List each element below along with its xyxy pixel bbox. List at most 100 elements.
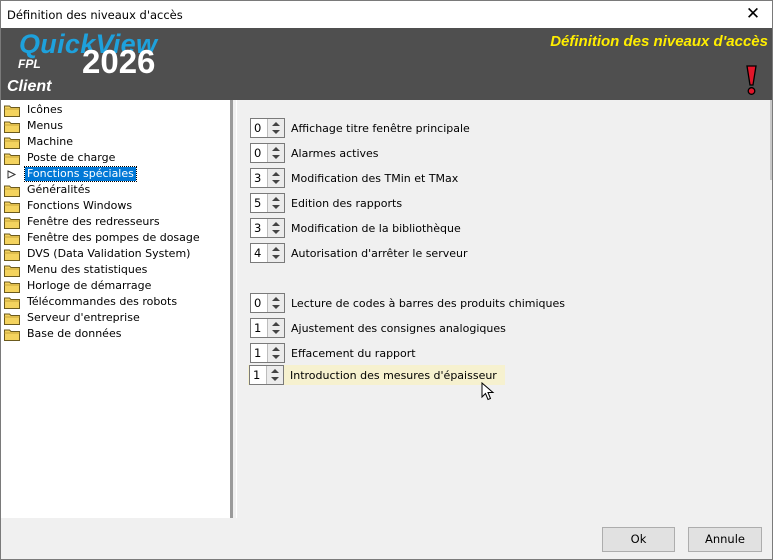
spin-down-icon[interactable] xyxy=(271,377,279,381)
folder-icon xyxy=(4,297,20,309)
access-level-value[interactable]: 3 xyxy=(251,219,267,237)
access-level-value[interactable]: 0 xyxy=(251,294,267,312)
spin-down-icon[interactable] xyxy=(272,330,280,334)
close-icon[interactable]: ✕ xyxy=(734,1,772,28)
folder-icon xyxy=(4,105,20,117)
setting-label: Lecture de codes à barres des produits c… xyxy=(291,296,565,310)
spin-up-icon[interactable] xyxy=(271,369,279,373)
spin-up-icon[interactable] xyxy=(272,297,280,301)
spin-up-icon[interactable] xyxy=(272,172,280,176)
tree-item[interactable]: Fonctions Windows xyxy=(4,198,134,214)
spin-up-icon[interactable] xyxy=(272,197,280,201)
tree-item[interactable]: Généralités xyxy=(4,182,92,198)
tree-item[interactable]: Télécommandes des robots xyxy=(4,294,179,310)
setting-row: 1 Ajustement des consignes analogiques xyxy=(250,318,506,338)
access-level-spinner[interactable]: 0 xyxy=(250,143,285,163)
access-level-value[interactable]: 0 xyxy=(251,119,267,137)
folder-icon xyxy=(4,217,20,229)
brand-edition: FPL xyxy=(18,57,41,71)
access-level-value[interactable]: 1 xyxy=(250,366,266,384)
tree-item-label: Icônes xyxy=(27,103,63,116)
access-level-spinner[interactable]: 1 xyxy=(250,318,285,338)
dialog-window: Définition des niveaux d'accès ✕ QuickVi… xyxy=(0,0,773,560)
tree-item[interactable]: Poste de charge xyxy=(4,150,117,166)
tree-item-label: Fonctions spéciales xyxy=(24,166,137,182)
tree-item-label: Menu des statistiques xyxy=(27,263,148,276)
access-level-spinner[interactable]: 5 xyxy=(250,193,285,213)
setting-label: Modification des TMin et TMax xyxy=(291,171,459,185)
tree-item-label: Machine xyxy=(27,135,74,148)
access-level-spinner[interactable]: 3 xyxy=(250,168,285,188)
tree-item[interactable]: Menu des statistiques xyxy=(4,262,149,278)
spin-up-icon[interactable] xyxy=(272,122,280,126)
spin-down-icon[interactable] xyxy=(272,180,280,184)
spinner-buttons xyxy=(266,366,283,384)
spin-down-icon[interactable] xyxy=(272,155,280,159)
tree-item-label: Généralités xyxy=(27,183,91,196)
tree-item-label: DVS (Data Validation System) xyxy=(27,247,191,260)
setting-row: 4 Autorisation d'arrêter le serveur xyxy=(250,243,468,263)
setting-row: 1 Introduction des mesures d'épaisseur xyxy=(248,365,505,385)
access-level-value[interactable]: 0 xyxy=(251,144,267,162)
tree-item[interactable]: Fonctions spéciales xyxy=(4,166,137,182)
spin-up-icon[interactable] xyxy=(272,247,280,251)
arrow-icon xyxy=(7,169,17,179)
tree-item[interactable]: Machine xyxy=(4,134,75,150)
spinner-buttons xyxy=(267,244,284,262)
spin-down-icon[interactable] xyxy=(272,305,280,309)
access-level-spinner[interactable]: 3 xyxy=(250,218,285,238)
folder-icon xyxy=(4,281,20,293)
spinner-buttons xyxy=(267,344,284,362)
tree-item[interactable]: Horloge de démarrage xyxy=(4,278,153,294)
access-level-spinner[interactable]: 4 xyxy=(250,243,285,263)
setting-row: 0 Lecture de codes à barres des produits … xyxy=(250,293,565,313)
tree-item-label: Horloge de démarrage xyxy=(27,279,152,292)
tree-item[interactable]: Base de données xyxy=(4,326,123,342)
access-level-value[interactable]: 1 xyxy=(251,319,267,337)
tree-item[interactable]: Menus xyxy=(4,118,65,134)
tree-item[interactable]: Icônes xyxy=(4,102,65,118)
settings-panel: 0 Affichage titre fenêtre principale 0 Alar… xyxy=(236,100,772,518)
spin-up-icon[interactable] xyxy=(272,222,280,226)
spin-up-icon[interactable] xyxy=(272,147,280,151)
folder-icon xyxy=(4,233,20,245)
access-level-spinner[interactable]: 0 xyxy=(250,118,285,138)
folder-icon xyxy=(4,201,20,213)
ok-button[interactable]: Ok xyxy=(602,527,675,552)
access-level-value[interactable]: 4 xyxy=(251,244,267,262)
tree-item[interactable]: DVS (Data Validation System) xyxy=(4,246,192,262)
tree-item[interactable]: Serveur d'entreprise xyxy=(4,310,142,326)
tree-item-label: Menus xyxy=(27,119,63,132)
folder-icon xyxy=(4,313,20,325)
title-bar: Définition des niveaux d'accès ✕ xyxy=(1,1,772,28)
access-level-spinner[interactable]: 1 xyxy=(249,365,284,385)
cancel-button[interactable]: Annule xyxy=(688,527,762,552)
spin-up-icon[interactable] xyxy=(272,322,280,326)
tree-item[interactable]: Fenêtre des redresseurs xyxy=(4,214,162,230)
folder-icon xyxy=(4,185,20,197)
folder-icon xyxy=(4,121,20,133)
spin-down-icon[interactable] xyxy=(272,205,280,209)
folder-icon xyxy=(4,329,20,341)
setting-label: Introduction des mesures d'épaisseur xyxy=(290,368,497,382)
spin-down-icon[interactable] xyxy=(272,130,280,134)
spin-up-icon[interactable] xyxy=(272,347,280,351)
access-level-value[interactable]: 1 xyxy=(251,344,267,362)
folder-icon xyxy=(4,153,20,165)
spinner-buttons xyxy=(267,169,284,187)
mouse-cursor-icon xyxy=(481,382,495,401)
access-level-value[interactable]: 5 xyxy=(251,194,267,212)
access-level-spinner[interactable]: 1 xyxy=(250,343,285,363)
spin-down-icon[interactable] xyxy=(272,230,280,234)
spin-down-icon[interactable] xyxy=(272,255,280,259)
setting-row: 3 Modification de la bibliothèque xyxy=(250,218,461,238)
tree-item-label: Fenêtre des pompes de dosage xyxy=(27,231,200,244)
tree-item-label: Fonctions Windows xyxy=(27,199,133,212)
tree-item-label: Télécommandes des robots xyxy=(27,295,178,308)
access-level-spinner[interactable]: 0 xyxy=(250,293,285,313)
spin-down-icon[interactable] xyxy=(272,355,280,359)
spinner-buttons xyxy=(267,119,284,137)
spinner-buttons xyxy=(267,294,284,312)
access-level-value[interactable]: 3 xyxy=(251,169,267,187)
tree-item[interactable]: Fenêtre des pompes de dosage xyxy=(4,230,202,246)
